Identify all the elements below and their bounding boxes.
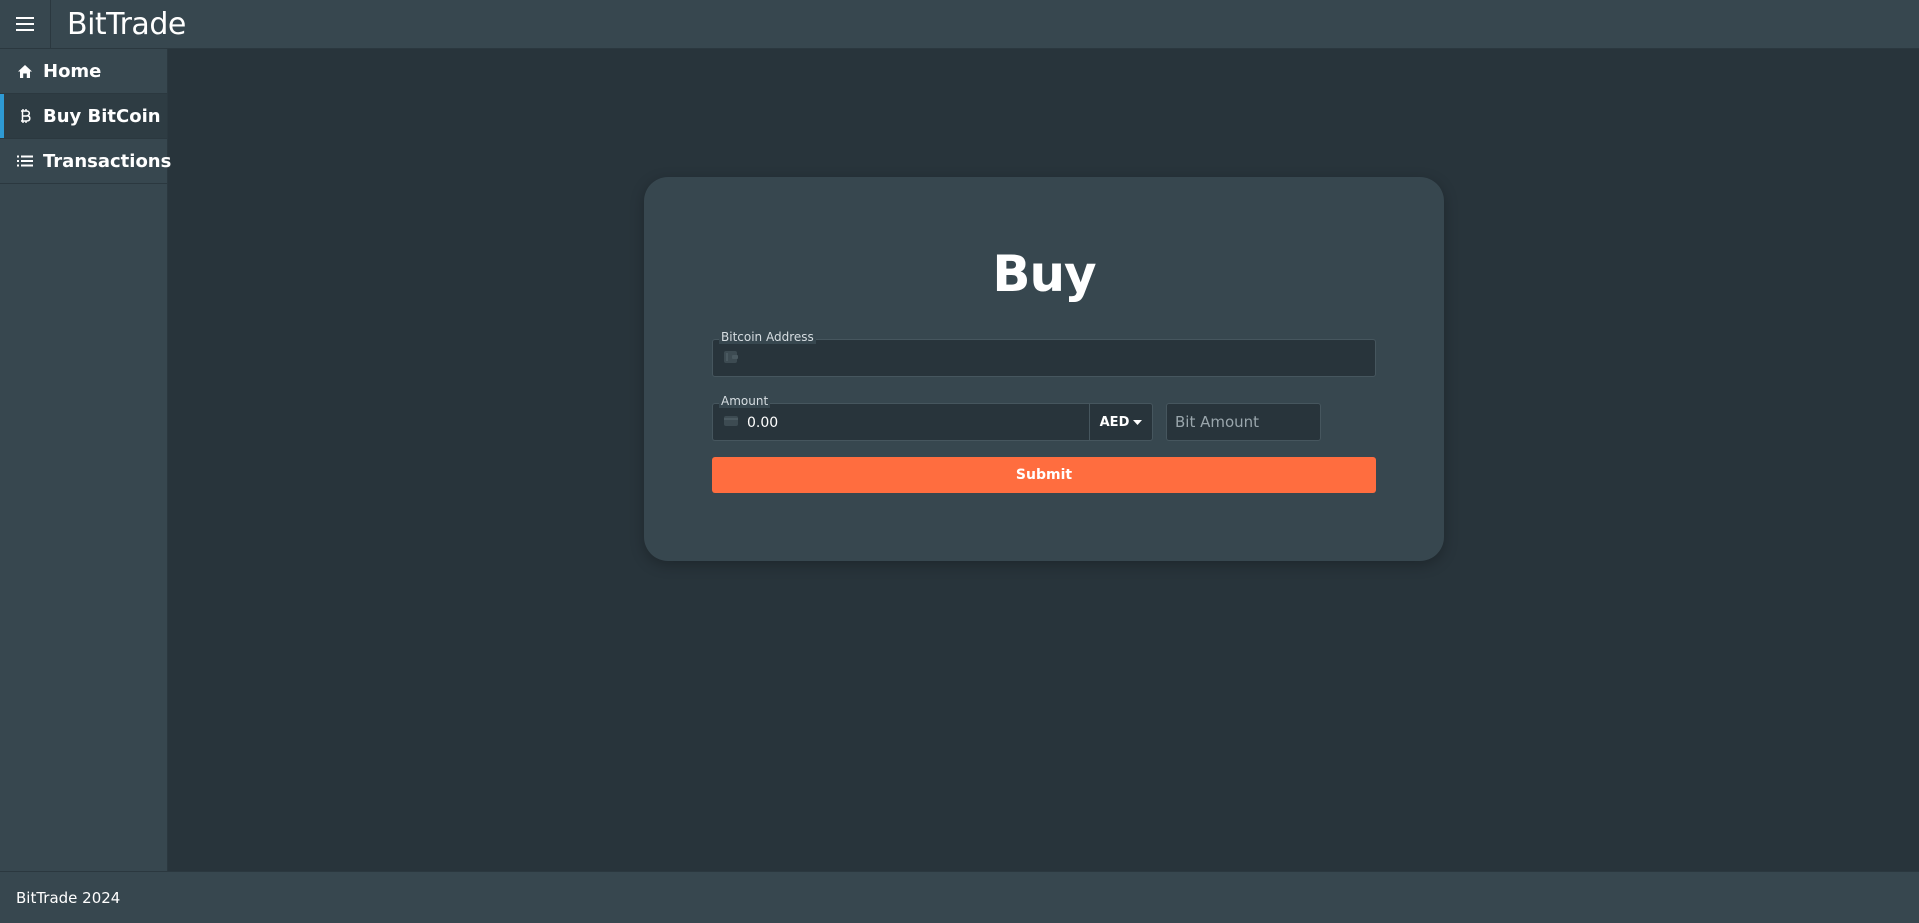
sidebar-item-buy-bitcoin[interactable]: Buy BitCoin <box>0 94 167 139</box>
caret-down-icon <box>1133 419 1143 425</box>
buy-card: Buy Bitcoin Address Amount AED Submit <box>644 177 1444 561</box>
sidebar-item-label: Transactions <box>43 150 172 172</box>
amount-input[interactable] <box>747 409 1077 437</box>
amount-field: Amount <box>712 394 1090 441</box>
sidebar-item-label: Home <box>43 60 102 82</box>
bitcoin-address-field: Bitcoin Address <box>712 330 1376 377</box>
currency-dropdown[interactable]: AED <box>1089 403 1153 441</box>
footer: BitTrade 2024 <box>0 871 1919 923</box>
hamburger-menu-icon <box>16 17 34 31</box>
menu-toggle-button[interactable] <box>0 0 51 49</box>
wallet-icon <box>723 349 739 365</box>
sidebar-item-transactions[interactable]: Transactions <box>0 139 171 184</box>
currency-selected-label: AED <box>1099 414 1130 430</box>
top-bar: BitTrade <box>0 0 1919 49</box>
home-icon <box>17 63 33 79</box>
list-icon <box>17 153 33 169</box>
bitcoin-address-label: Bitcoin Address <box>719 330 816 344</box>
amount-label: Amount <box>719 394 771 408</box>
sidebar-item-label: Buy BitCoin <box>43 105 161 127</box>
footer-text: BitTrade 2024 <box>16 888 121 907</box>
bitcoin-address-input[interactable] <box>747 344 1367 372</box>
bit-amount-input[interactable] <box>1166 403 1321 441</box>
sidebar: Home Buy BitCoin Transactions <box>0 49 171 871</box>
sidebar-item-home[interactable]: Home <box>0 49 167 94</box>
app-title[interactable]: BitTrade <box>67 7 186 42</box>
bitcoin-icon <box>17 108 33 124</box>
money-icon <box>723 413 739 429</box>
submit-button[interactable]: Submit <box>712 457 1376 493</box>
page-title: Buy <box>992 245 1096 303</box>
